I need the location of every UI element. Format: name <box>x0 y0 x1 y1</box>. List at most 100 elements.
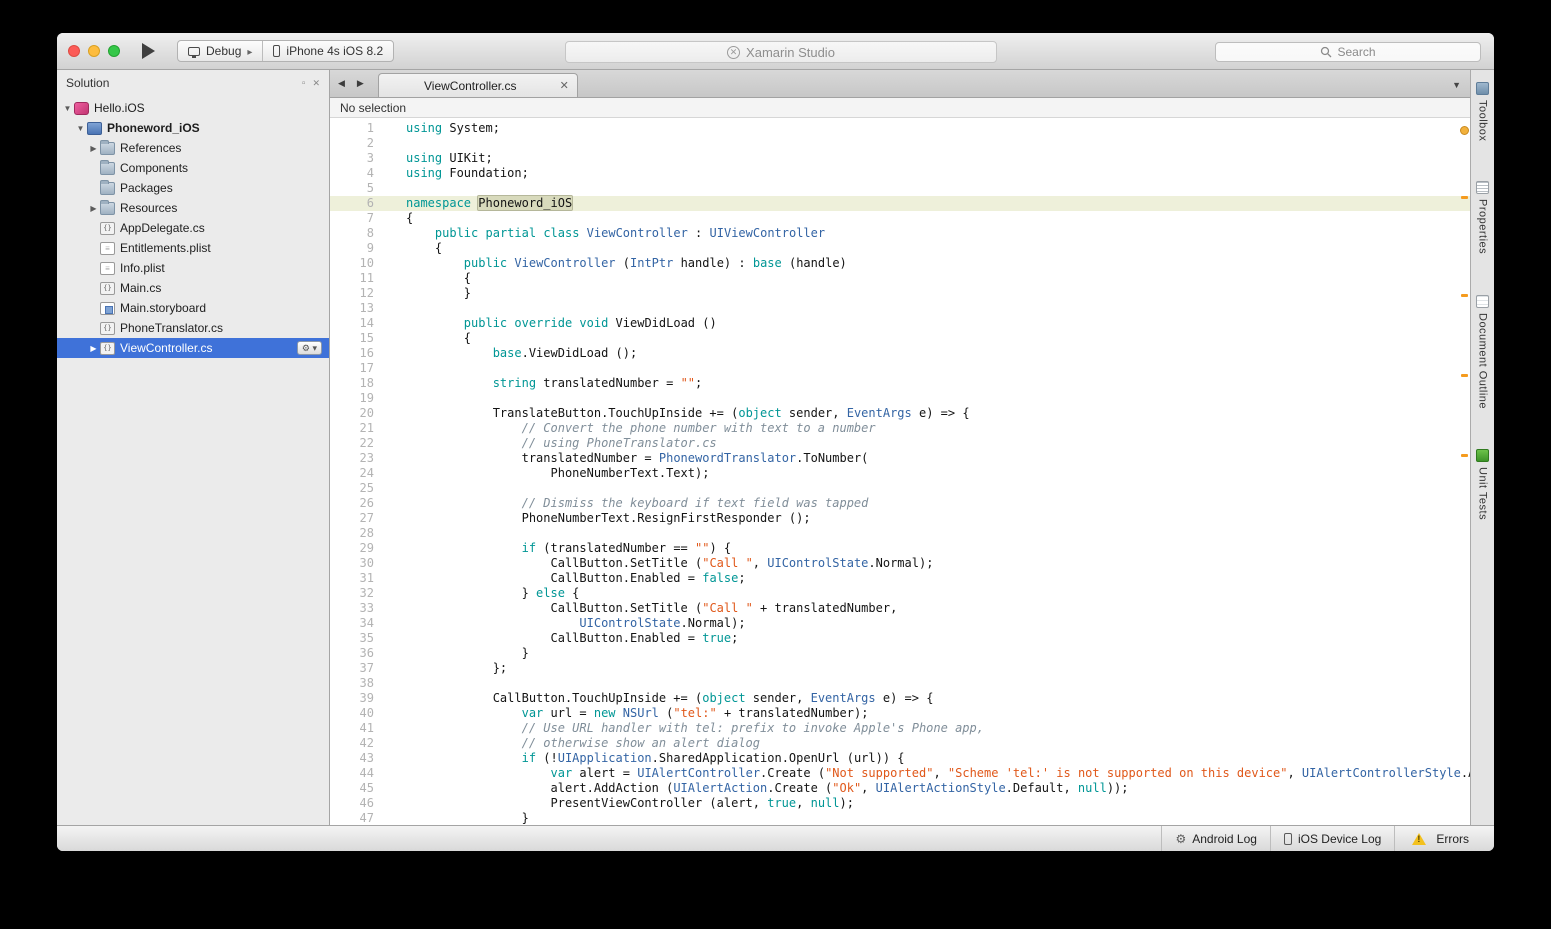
tree-item-entitlements-plist[interactable]: Entitlements.plist <box>57 238 329 258</box>
code-line[interactable]: 15 { <box>330 331 1470 346</box>
overview-mark[interactable] <box>1461 196 1468 199</box>
tree-item-info-plist[interactable]: Info.plist <box>57 258 329 278</box>
close-window-button[interactable] <box>68 45 80 57</box>
code-line[interactable]: 40 var url = new NSUrl ("tel:" + transla… <box>330 706 1470 721</box>
code-line[interactable]: 5 <box>330 181 1470 196</box>
csfile-icon <box>100 222 115 235</box>
code-text <box>386 181 1470 196</box>
tree-item-hello-ios[interactable]: ▼Hello.iOS <box>57 98 329 118</box>
pad-tab-toolbox[interactable]: Toolbox <box>1476 82 1489 141</box>
code-line[interactable]: 25 <box>330 481 1470 496</box>
tab-viewcontroller[interactable]: ViewController.cs <box>378 73 578 97</box>
build-config-dropdown[interactable]: Debug <box>178 41 262 61</box>
overview-dot[interactable] <box>1460 126 1469 135</box>
code-line[interactable]: 12 } <box>330 286 1470 301</box>
tree-item-references[interactable]: ▶References <box>57 138 329 158</box>
code-line[interactable]: 9 { <box>330 241 1470 256</box>
tree-item-components[interactable]: Components <box>57 158 329 178</box>
disclosure-open-icon[interactable]: ▼ <box>61 104 74 113</box>
code-line[interactable]: 38 <box>330 676 1470 691</box>
tree-item-main-storyboard[interactable]: Main.storyboard <box>57 298 329 318</box>
code-line[interactable]: 31 CallButton.Enabled = false; <box>330 571 1470 586</box>
tree-item-phoneword-ios[interactable]: ▼Phoneword_iOS <box>57 118 329 138</box>
line-number: 23 <box>330 451 386 466</box>
code-line[interactable]: 16 base.ViewDidLoad (); <box>330 346 1470 361</box>
code-line[interactable]: 46 PresentViewController (alert, true, n… <box>330 796 1470 811</box>
tree-item-main-cs[interactable]: Main.cs <box>57 278 329 298</box>
item-options-button[interactable] <box>297 341 322 355</box>
code-line[interactable]: 44 var alert = UIAlertController.Create … <box>330 766 1470 781</box>
code-line[interactable]: 2 <box>330 136 1470 151</box>
device-dropdown[interactable]: iPhone 4s iOS 8.2 <box>263 41 393 61</box>
pad-dock-icon[interactable] <box>302 78 306 89</box>
code-line[interactable]: 17 <box>330 361 1470 376</box>
code-area[interactable]: 1using System;23using UIKit;4using Found… <box>330 118 1470 825</box>
tab-close-button[interactable] <box>560 79 569 92</box>
code-line[interactable]: 3using UIKit; <box>330 151 1470 166</box>
android-log-button[interactable]: Android Log <box>1161 826 1269 851</box>
code-line[interactable]: 6namespace Phoneword_iOS <box>330 196 1470 211</box>
tab-list-button[interactable] <box>1452 80 1461 90</box>
code-line[interactable]: 33 CallButton.SetTitle ("Call " + transl… <box>330 601 1470 616</box>
status-button-label: Android Log <box>1192 832 1257 846</box>
overview-mark[interactable] <box>1461 454 1468 457</box>
code-line[interactable]: 35 CallButton.Enabled = true; <box>330 631 1470 646</box>
code-line[interactable]: 19 <box>330 391 1470 406</box>
disclosure-closed-icon[interactable]: ▶ <box>87 344 100 353</box>
pad-close-icon[interactable] <box>312 78 320 89</box>
overview-mark[interactable] <box>1461 294 1468 297</box>
minimize-window-button[interactable] <box>88 45 100 57</box>
code-line[interactable]: 45 alert.AddAction (UIAlertAction.Create… <box>330 781 1470 796</box>
disclosure-closed-icon[interactable]: ▶ <box>87 204 100 213</box>
code-line[interactable]: 23 translatedNumber = PhonewordTranslato… <box>330 451 1470 466</box>
code-line[interactable]: 7{ <box>330 211 1470 226</box>
line-number: 18 <box>330 376 386 391</box>
tree-item-packages[interactable]: Packages <box>57 178 329 198</box>
pad-tab-properties[interactable]: Properties <box>1476 181 1489 254</box>
zoom-window-button[interactable] <box>108 45 120 57</box>
line-number: 24 <box>330 466 386 481</box>
code-line[interactable]: 10 public ViewController (IntPtr handle)… <box>330 256 1470 271</box>
navigate-back-button[interactable] <box>338 78 345 89</box>
code-line[interactable]: 4using Foundation; <box>330 166 1470 181</box>
code-line[interactable]: 1using System; <box>330 121 1470 136</box>
code-line[interactable]: 47 } <box>330 811 1470 825</box>
code-line[interactable]: 13 <box>330 301 1470 316</box>
code-line[interactable]: 24 PhoneNumberText.Text); <box>330 466 1470 481</box>
code-line[interactable]: 42 // otherwise show an alert dialog <box>330 736 1470 751</box>
code-line[interactable]: 28 <box>330 526 1470 541</box>
code-line[interactable]: 26 // Dismiss the keyboard if text field… <box>330 496 1470 511</box>
code-line[interactable]: 41 // Use URL handler with tel: prefix t… <box>330 721 1470 736</box>
code-line[interactable]: 14 public override void ViewDidLoad () <box>330 316 1470 331</box>
run-button[interactable] <box>142 43 155 59</box>
code-line[interactable]: 30 CallButton.SetTitle ("Call ", UIContr… <box>330 556 1470 571</box>
code-line[interactable]: 36 } <box>330 646 1470 661</box>
tree-item-appdelegate-cs[interactable]: AppDelegate.cs <box>57 218 329 238</box>
tree-item-phonetranslator-cs[interactable]: PhoneTranslator.cs <box>57 318 329 338</box>
tree-item-resources[interactable]: ▶Resources <box>57 198 329 218</box>
ios-device-log-button[interactable]: iOS Device Log <box>1270 826 1394 851</box>
code-line[interactable]: 18 string translatedNumber = ""; <box>330 376 1470 391</box>
code-line[interactable]: 39 CallButton.TouchUpInside += (object s… <box>330 691 1470 706</box>
navigate-forward-button[interactable] <box>357 78 364 89</box>
code-line[interactable]: 34 UIControlState.Normal); <box>330 616 1470 631</box>
overview-mark[interactable] <box>1461 374 1468 377</box>
code-line[interactable]: 21 // Convert the phone number with text… <box>330 421 1470 436</box>
code-line[interactable]: 27 PhoneNumberText.ResignFirstResponder … <box>330 511 1470 526</box>
disclosure-open-icon[interactable]: ▼ <box>74 124 87 133</box>
search-field[interactable]: Search <box>1215 42 1481 62</box>
line-number: 10 <box>330 256 386 271</box>
code-line[interactable]: 29 if (translatedNumber == "") { <box>330 541 1470 556</box>
pad-tab-document-outline[interactable]: Document Outline <box>1476 295 1489 409</box>
disclosure-closed-icon[interactable]: ▶ <box>87 144 100 153</box>
code-line[interactable]: 43 if (!UIApplication.SharedApplication.… <box>330 751 1470 766</box>
code-line[interactable]: 11 { <box>330 271 1470 286</box>
errors-button[interactable]: Errors <box>1394 826 1482 851</box>
code-line[interactable]: 8 public partial class ViewController : … <box>330 226 1470 241</box>
code-line[interactable]: 22 // using PhoneTranslator.cs <box>330 436 1470 451</box>
code-line[interactable]: 37 }; <box>330 661 1470 676</box>
pad-tab-unit-tests[interactable]: Unit Tests <box>1476 449 1489 520</box>
tree-item-viewcontroller-cs[interactable]: ▶ViewController.cs <box>57 338 329 358</box>
code-line[interactable]: 20 TranslateButton.TouchUpInside += (obj… <box>330 406 1470 421</box>
code-line[interactable]: 32 } else { <box>330 586 1470 601</box>
